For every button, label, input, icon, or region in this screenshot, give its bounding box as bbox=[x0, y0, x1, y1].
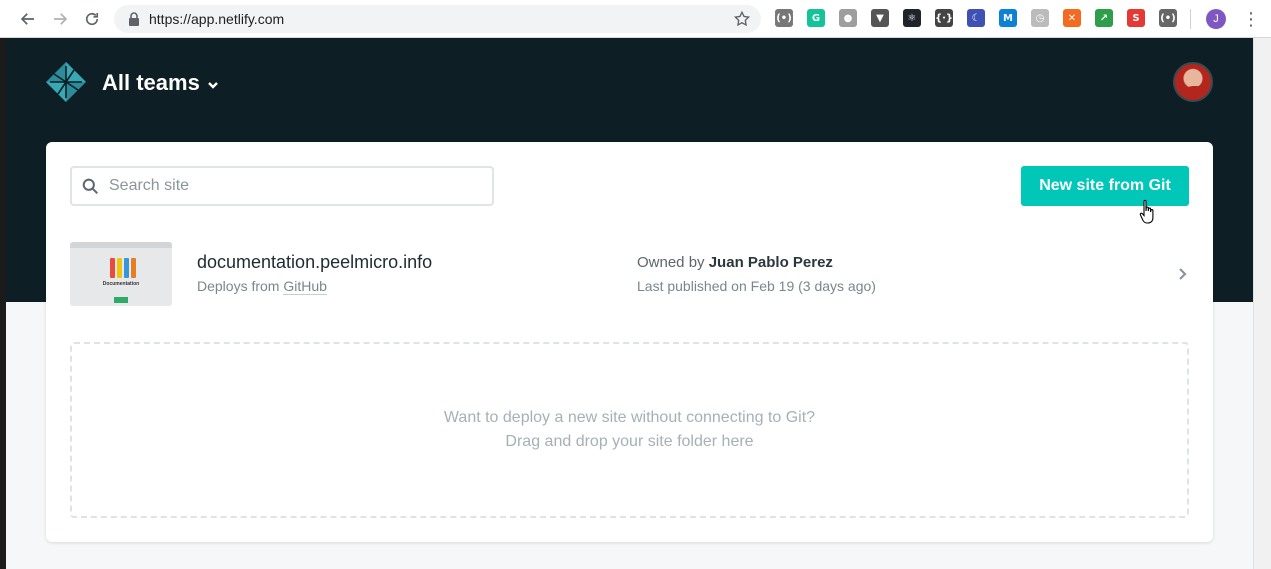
green-arrow-ext-icon[interactable]: ↗ bbox=[1095, 9, 1113, 27]
site-row[interactable]: Documentation documentation.peelmicro.in… bbox=[70, 242, 1189, 306]
moon-ext-icon[interactable]: ☾ bbox=[967, 9, 985, 27]
site-name: documentation.peelmicro.info bbox=[197, 252, 433, 272]
react-devtools-icon[interactable]: ⚛ bbox=[903, 9, 921, 27]
lock-icon bbox=[129, 12, 139, 26]
orange-ext-icon[interactable]: ✕ bbox=[1063, 9, 1081, 27]
lighthouse-icon[interactable]: ((•)) bbox=[772, 9, 796, 27]
reload-icon bbox=[85, 12, 99, 26]
profile-avatar[interactable]: J bbox=[1206, 9, 1226, 29]
broadcast-ext-icon[interactable]: (•) bbox=[1159, 9, 1177, 27]
code-ext-icon[interactable]: {·} bbox=[935, 9, 953, 27]
grammarly-icon[interactable]: G bbox=[807, 9, 825, 27]
dropzone-line-2: Drag and drop your site folder here bbox=[505, 433, 754, 450]
dropzone-line-1: Want to deploy a new site without connec… bbox=[443, 409, 816, 426]
forward-arrow-icon bbox=[54, 13, 68, 25]
site-thumbnail: Documentation bbox=[70, 242, 172, 306]
sites-card: New site from Git Documentation document… bbox=[46, 142, 1213, 542]
search-input[interactable] bbox=[109, 177, 492, 195]
last-published: Last published on Feb 19 (3 days ago) bbox=[637, 278, 876, 294]
team-switcher[interactable]: All teams bbox=[102, 70, 220, 96]
vue-devtools-icon[interactable]: ▼ bbox=[871, 9, 889, 27]
netlify-logo-icon[interactable] bbox=[45, 61, 87, 103]
back-arrow-icon bbox=[20, 13, 34, 25]
deploy-source-prefix: Deploys from bbox=[197, 278, 284, 294]
user-avatar[interactable] bbox=[1173, 62, 1213, 102]
url-text: https://app.netlify.com bbox=[149, 11, 285, 27]
drag-drop-zone[interactable]: Want to deploy a new site without connec… bbox=[70, 342, 1189, 518]
chevron-down-icon bbox=[207, 82, 218, 89]
browser-toolbar: https://app.netlify.com ((•)) G ● ▼ ⚛ {·} ☾ M ◷ ✕… bbox=[0, 0, 1271, 38]
circle-ext-icon[interactable]: ● bbox=[839, 9, 857, 27]
hand-cursor-icon bbox=[1139, 199, 1154, 224]
address-bar[interactable]: https://app.netlify.com bbox=[114, 5, 761, 33]
timer-ext-icon[interactable]: ◷ bbox=[1031, 9, 1049, 27]
search-icon bbox=[82, 178, 99, 194]
site-owner: Owned by Juan Pablo Perez bbox=[637, 254, 833, 271]
team-switcher-label: All teams bbox=[102, 70, 200, 95]
thumbnail-title: Documentation bbox=[102, 281, 140, 287]
bookmark-star-icon[interactable] bbox=[733, 10, 751, 28]
forward-button[interactable] bbox=[44, 3, 76, 35]
scrollbar[interactable] bbox=[1253, 38, 1271, 569]
search-box[interactable] bbox=[70, 166, 494, 206]
reload-button[interactable] bbox=[76, 3, 108, 35]
owner-name: Juan Pablo Perez bbox=[708, 254, 833, 271]
github-link[interactable]: GitHub bbox=[283, 278, 327, 295]
toolbar-divider bbox=[1190, 9, 1191, 29]
movistar-ext-icon[interactable]: M bbox=[999, 9, 1017, 27]
new-site-from-git-button[interactable]: New site from Git bbox=[1021, 166, 1189, 206]
red-ext-icon[interactable]: S bbox=[1127, 9, 1145, 27]
chevron-right-icon bbox=[1179, 268, 1187, 280]
deploy-source: Deploys from GitHub bbox=[197, 278, 327, 295]
owner-prefix: Owned by bbox=[637, 254, 709, 271]
back-button[interactable] bbox=[12, 3, 44, 35]
browser-menu-icon[interactable]: ⋮ bbox=[1242, 10, 1260, 28]
extensions-bar: ((•)) G ● ▼ ⚛ {·} ☾ M ◷ ✕ ↗ S (•) bbox=[772, 9, 1191, 27]
